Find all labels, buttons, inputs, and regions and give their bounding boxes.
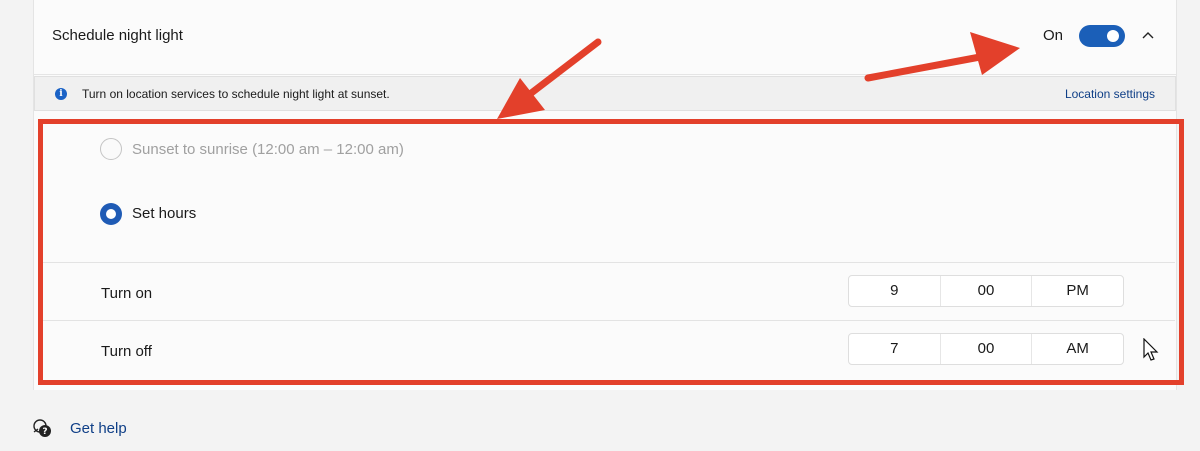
annotation-highlight-box	[38, 119, 1184, 385]
info-message: Turn on location services to schedule ni…	[82, 87, 390, 101]
location-info-bar: i Turn on location services to schedule …	[34, 76, 1176, 111]
svg-text:?: ?	[42, 427, 47, 437]
chevron-up-icon[interactable]	[1140, 27, 1156, 43]
location-settings-link[interactable]: Location settings	[1065, 87, 1155, 101]
toggle-knob	[1107, 30, 1119, 42]
schedule-night-light-toggle[interactable]	[1079, 25, 1125, 47]
schedule-night-light-title: Schedule night light	[52, 27, 183, 44]
get-help-link[interactable]: Get help	[70, 420, 127, 437]
schedule-night-light-row[interactable]: Schedule night light On	[34, 0, 1176, 75]
info-icon: i	[55, 88, 67, 100]
toggle-state-label: On	[1043, 27, 1064, 44]
get-help-icon[interactable]: ?	[32, 418, 52, 438]
